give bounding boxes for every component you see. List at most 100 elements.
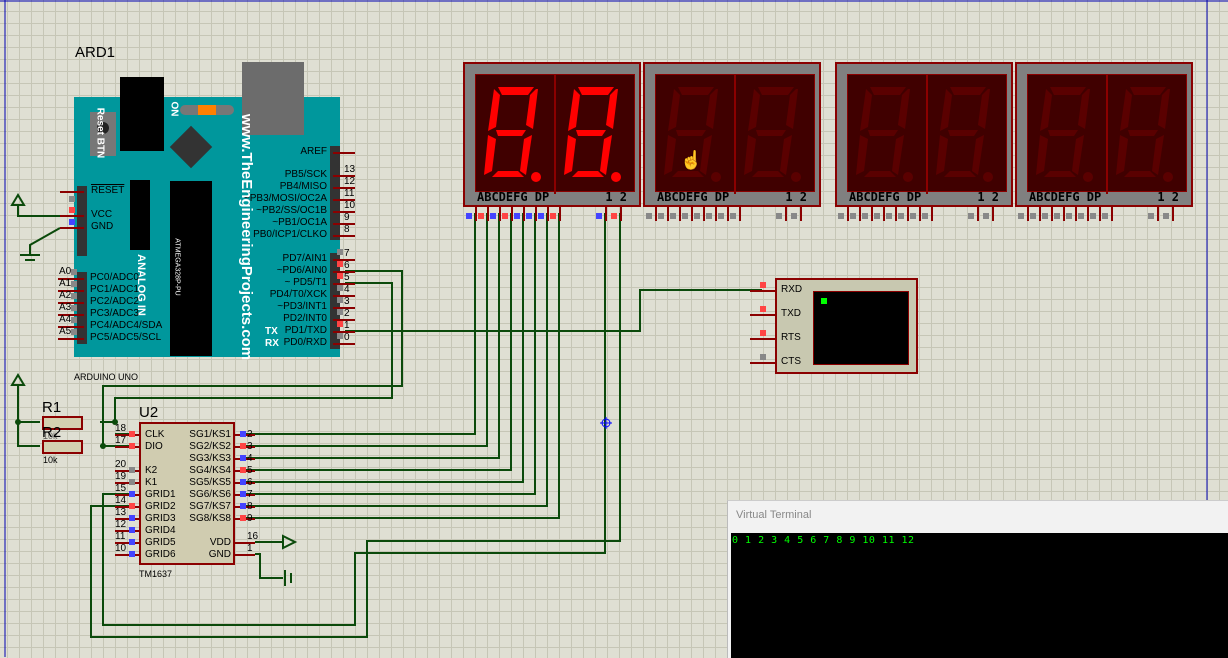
pin-state (69, 207, 75, 213)
pin-number: 7 (344, 248, 350, 259)
seven-segment-digit (856, 87, 913, 182)
tm1637-ref: U2 (139, 404, 159, 421)
pin-number: 1 (344, 320, 350, 331)
pin-line (1027, 207, 1029, 221)
pin-label: PC2/ADC2 (90, 296, 139, 307)
pin-number: 19 (115, 471, 127, 482)
pin-number: 13 (344, 164, 356, 175)
seven-segment-digit (564, 87, 621, 182)
pin-state (129, 527, 135, 533)
pin-state (718, 213, 724, 219)
pin-label: SG2/KS2 (189, 441, 231, 452)
seven-segment-display[interactable]: ABCDEFG DP 1 2 (463, 62, 641, 207)
pin-label: SG3/KS3 (189, 453, 231, 464)
pin-number: A2 (59, 290, 72, 301)
pin-label: PB0/ICP1/CLKO (253, 229, 327, 240)
pin-state (1090, 213, 1096, 219)
pin-state (129, 539, 135, 545)
hand-cursor-icon: ☝ (680, 150, 703, 170)
pin-state (240, 443, 246, 449)
pin-state (337, 321, 343, 327)
pin-state (670, 213, 676, 219)
pin-state (760, 330, 766, 336)
pin-line (750, 290, 775, 292)
pin-label: CLK (145, 429, 165, 440)
r1-value: 10k (43, 431, 58, 441)
pin-state (760, 354, 766, 360)
pin-line (511, 207, 513, 221)
pin-state (478, 213, 484, 219)
pin-line (691, 207, 693, 221)
pin-line (1063, 207, 1065, 221)
crystal (130, 180, 150, 250)
pin-state (129, 515, 135, 521)
virtual-terminal-window[interactable]: Virtual Terminal 0 1 2 3 4 5 6 7 8 9 10 … (727, 500, 1228, 658)
display-panel (847, 74, 1007, 194)
pin-line (992, 207, 994, 221)
pin-line (620, 207, 622, 221)
pin-state (71, 329, 77, 335)
pin-state (240, 479, 246, 485)
pin-number: 4 (247, 453, 253, 464)
pin-line (1051, 207, 1053, 221)
pin-number: 12 (344, 176, 356, 187)
pin-state (129, 479, 135, 485)
power-led (180, 105, 234, 115)
pin-state (337, 285, 343, 291)
pin-state (922, 213, 928, 219)
pin-number: 13 (115, 507, 127, 518)
cursor (821, 298, 827, 304)
pin-state (502, 213, 508, 219)
pin-state (968, 213, 974, 219)
pin-state (69, 219, 75, 225)
digits-label: 1 2 (605, 190, 627, 204)
pin-state (682, 213, 688, 219)
pin-label: PB5/SCK (284, 169, 327, 180)
tx-label: TX (265, 326, 278, 337)
pin-line (750, 314, 775, 316)
segments-label: ABCDEFG DP (657, 190, 730, 204)
pin-label: SG8/KS8 (189, 513, 231, 524)
seven-segment-display[interactable]: ABCDEFG DP 1 2 (835, 62, 1013, 207)
pin-line (535, 207, 537, 221)
pin-number: 5 (247, 465, 253, 476)
pin-state (337, 249, 343, 255)
pin-line (883, 207, 885, 221)
seven-segment-display[interactable]: ABCDEFG DP 1 2 (1015, 62, 1193, 207)
pin-label: ~PD6/AIN0 (276, 265, 327, 276)
seven-segment-display[interactable]: ABCDEFG DP 1 2 (643, 62, 821, 207)
pin-line (333, 152, 355, 154)
pin-label: SG1/KS1 (189, 429, 231, 440)
pin-state (862, 213, 868, 219)
pin-label: PC4/ADC4/SDA (90, 320, 163, 331)
pin-line (785, 207, 787, 221)
pin-number: A3 (59, 302, 72, 313)
pin-number: A0 (59, 266, 72, 277)
pin-number: A4 (59, 314, 72, 325)
pin-state (1163, 213, 1169, 219)
pin-state (886, 213, 892, 219)
pin-number: A1 (59, 278, 72, 289)
pin-label: PD0/RXD (283, 337, 327, 348)
pin-state (129, 467, 135, 473)
terminal-output-area[interactable]: 0 1 2 3 4 5 6 7 8 9 10 11 12 (731, 533, 1228, 658)
pin-state (776, 213, 782, 219)
tm1637-name: TM1637 (139, 569, 173, 579)
segments-label: ABCDEFG DP (849, 190, 922, 204)
pin-line (1075, 207, 1077, 221)
resistor-r2[interactable] (42, 440, 83, 454)
chip-label: ATMEGA328P-PU (173, 238, 181, 296)
pin-label: PD1/TXD (284, 325, 327, 336)
pin-state (71, 293, 77, 299)
pin-label: K1 (145, 477, 158, 488)
pin-label: GRID1 (145, 489, 176, 500)
pin-number: 6 (247, 477, 253, 488)
pin-number: 12 (115, 519, 127, 530)
pin-line (60, 227, 84, 229)
r1-ref: R1 (42, 399, 62, 416)
header (330, 146, 340, 240)
arduino-ref: ARD1 (75, 44, 116, 61)
pin-label: PC1/ADC1 (90, 284, 139, 295)
pin-state (337, 309, 343, 315)
pin-state (337, 273, 343, 279)
